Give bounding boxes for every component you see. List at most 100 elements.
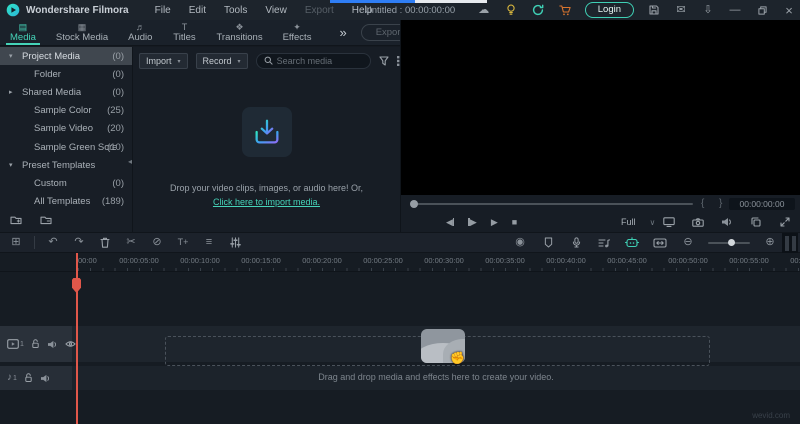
item-count: (0) <box>112 69 124 80</box>
tab-titles[interactable]: TTitles <box>162 20 206 45</box>
tab-audio[interactable]: ♬Audio <box>118 20 162 45</box>
playhead-handle[interactable] <box>72 278 81 293</box>
tab-label: Titles <box>173 33 195 43</box>
redo-icon[interactable]: ↷ <box>71 235 87 251</box>
sidebar-item-sample-color[interactable]: Sample Color(25) <box>0 102 132 120</box>
audio-mixer-icon[interactable] <box>596 235 612 251</box>
tree-arrow-icon[interactable]: ▾ <box>9 161 13 169</box>
search-box[interactable] <box>256 53 371 69</box>
snapshot-camera-icon[interactable] <box>690 214 706 230</box>
preview-zoom-dropdown[interactable]: Full ∨ <box>621 217 655 227</box>
record-dropdown[interactable]: Record▾ <box>196 53 248 69</box>
search-input[interactable] <box>277 56 363 66</box>
sidebar-item-folder[interactable]: Folder(0) <box>0 65 132 83</box>
tab-label: Audio <box>128 33 152 43</box>
timeline-ruler[interactable]: 00:0000:00:05:0000:00:10:0000:00:15:0000… <box>0 253 800 272</box>
sidebar-item-custom[interactable]: Custom(0) <box>0 174 132 192</box>
item-count: (189) <box>102 196 124 207</box>
more-tabs-chevron-icon[interactable]: » <box>339 25 346 40</box>
lock-track-icon[interactable] <box>31 339 40 349</box>
tree-arrow-icon[interactable]: ▸ <box>9 88 13 96</box>
mark-in-icon[interactable]: { <box>701 198 704 209</box>
tree-arrow-icon[interactable]: ▾ <box>9 52 13 60</box>
media-browser-grid-icon[interactable]: ⊞ <box>8 235 24 251</box>
delete-folder-icon[interactable] <box>40 212 52 228</box>
fullscreen-expand-icon[interactable] <box>777 214 793 230</box>
close-button[interactable]: × <box>782 3 796 17</box>
audio-equalizer-icon[interactable] <box>227 235 243 251</box>
menu-file[interactable]: File <box>155 5 171 16</box>
undo-icon[interactable]: ↶ <box>45 235 61 251</box>
mark-out-icon[interactable]: } <box>719 198 722 209</box>
split-scissors-icon[interactable]: ✂ <box>123 235 139 251</box>
restore-button[interactable] <box>755 3 769 17</box>
render-preview-icon[interactable]: ◉ <box>512 235 528 251</box>
tab-media[interactable]: ▤Media <box>0 20 46 45</box>
voiceover-mic-icon[interactable] <box>568 235 584 251</box>
seek-handle[interactable] <box>410 200 418 208</box>
cart-icon[interactable] <box>558 3 572 17</box>
ruler-tick-label: 00:00:40:00 <box>546 256 586 265</box>
sidebar-item-all-templates[interactable]: All Templates(189) <box>0 193 132 211</box>
ruler-tick-label: 00:00:25:00 <box>363 256 403 265</box>
sidebar-item-label: Sample Video <box>34 123 93 134</box>
sidebar-item-label: Shared Media <box>22 87 81 98</box>
zoom-in-icon[interactable]: ⊕ <box>762 235 778 251</box>
display-settings-icon[interactable] <box>661 214 677 230</box>
mute-track-icon[interactable] <box>47 340 58 349</box>
volume-speaker-icon[interactable] <box>719 214 735 230</box>
marker-icon[interactable] <box>540 235 556 251</box>
stop-button[interactable]: ■ <box>512 218 517 227</box>
sidebar-item-label: Preset Templates <box>22 160 95 171</box>
zoom-slider-knob[interactable] <box>728 239 735 246</box>
menu-edit[interactable]: Edit <box>189 5 206 16</box>
sidebar-item-shared-media[interactable]: ▸Shared Media(0) <box>0 83 132 101</box>
tips-bulb-icon[interactable] <box>504 3 518 17</box>
add-folder-icon[interactable] <box>10 212 22 228</box>
save-icon[interactable] <box>647 3 661 17</box>
transitions-icon: ❖ <box>235 22 243 32</box>
audio-meter[interactable] <box>782 233 798 254</box>
hand-cursor-icon: ✊ <box>450 351 465 365</box>
sidebar-item-project-media[interactable]: ▾Project Media(0) <box>0 47 132 65</box>
seek-bar[interactable] <box>413 203 693 205</box>
delete-trash-icon[interactable] <box>97 235 113 251</box>
collapse-panel-arrow-icon[interactable]: ◂ <box>128 157 132 166</box>
sync-icon[interactable] <box>531 3 545 17</box>
zoom-out-icon[interactable]: ⊖ <box>680 235 696 251</box>
previous-frame-button[interactable]: ◀ <box>446 218 454 227</box>
tab-transitions[interactable]: ❖Transitions <box>206 20 272 45</box>
timeline-zoom-slider[interactable] <box>708 242 750 244</box>
update-download-icon[interactable]: ⇩ <box>701 3 715 17</box>
add-text-icon[interactable]: T+ <box>175 235 191 251</box>
import-dropdown[interactable]: Import▾ <box>139 53 188 69</box>
feedback-envelope-icon[interactable]: ✉ <box>674 3 688 17</box>
project-title: Untitled : 00:00:00:00 <box>330 5 490 16</box>
effects-icon: ✦ <box>293 22 301 32</box>
ruler-tick-label: 00:00:30:00 <box>424 256 464 265</box>
sidebar-item-preset-templates[interactable]: ▾ Preset Templates <box>0 156 132 174</box>
speed-icon[interactable]: ⊘ <box>149 235 165 251</box>
sidebar-item-sample-video[interactable]: Sample Video(20) <box>0 120 132 138</box>
sidebar-item-sample-green-scre[interactable]: Sample Green Scre...(10) <box>0 138 132 156</box>
import-media-icon[interactable] <box>242 107 292 157</box>
login-button[interactable]: Login <box>585 2 634 18</box>
media-panel: ▾Project Media(0)Folder(0) ▸ Shared Media (… <box>0 47 400 232</box>
zoom-to-fit-icon[interactable] <box>652 235 668 251</box>
hide-track-eye-icon[interactable] <box>65 340 76 348</box>
tab-stock-media[interactable]: ▦Stock Media <box>46 20 118 45</box>
menu-tools[interactable]: Tools <box>224 5 247 16</box>
adjust-sliders-icon[interactable]: ≡ <box>201 235 217 251</box>
ruler-tick-label: 00:00:35:00 <box>485 256 525 265</box>
cloud-icon[interactable]: ☁ <box>477 3 491 17</box>
next-frame-button[interactable]: ▶ <box>468 218 476 227</box>
media-drop-zone[interactable]: Drop your video clips, images, or audio … <box>133 75 400 232</box>
import-media-link[interactable]: Click here to import media. <box>213 197 320 207</box>
minimize-button[interactable]: — <box>728 3 742 17</box>
duplicate-copy-icon[interactable] <box>748 214 764 230</box>
auto-ripple-icon[interactable] <box>624 235 640 251</box>
tab-effects[interactable]: ✦Effects <box>273 20 322 45</box>
play-button[interactable]: ▶ <box>491 218 498 227</box>
menu-view[interactable]: View <box>265 5 287 16</box>
filter-funnel-icon[interactable] <box>379 53 389 69</box>
